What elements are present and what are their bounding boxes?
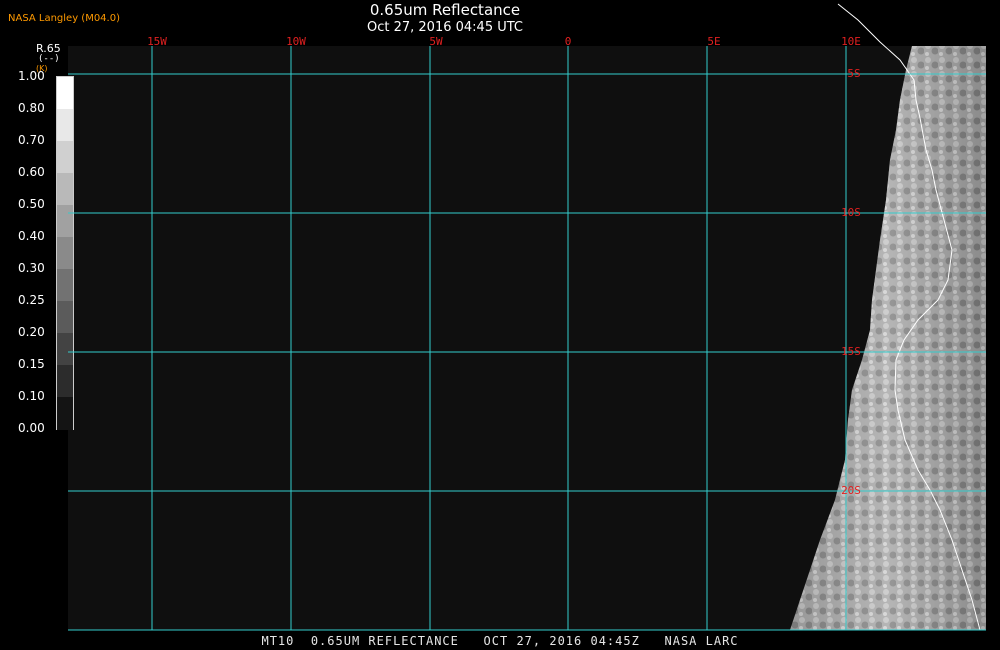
lat-label: 15S: [841, 345, 861, 358]
lon-label: 15W: [147, 35, 167, 48]
lon-label: 5E: [707, 35, 720, 48]
map-overlay: 15W 10W 5W 0 5E 10E 5S 10S 15S 20S: [68, 3, 986, 631]
lat-label: 20S: [841, 484, 861, 497]
lon-label: 10E: [841, 35, 861, 48]
lon-label: 10W: [286, 35, 306, 48]
lat-label: 5S: [847, 67, 860, 80]
footer-caption: MT10 0.65UM REFLECTANCE OCT 27, 2016 04:…: [261, 634, 739, 648]
lat-label: 10S: [841, 206, 861, 219]
lon-label: 5W: [429, 35, 443, 48]
lon-label: 0: [565, 35, 572, 48]
land-cloud-region: [790, 46, 986, 630]
